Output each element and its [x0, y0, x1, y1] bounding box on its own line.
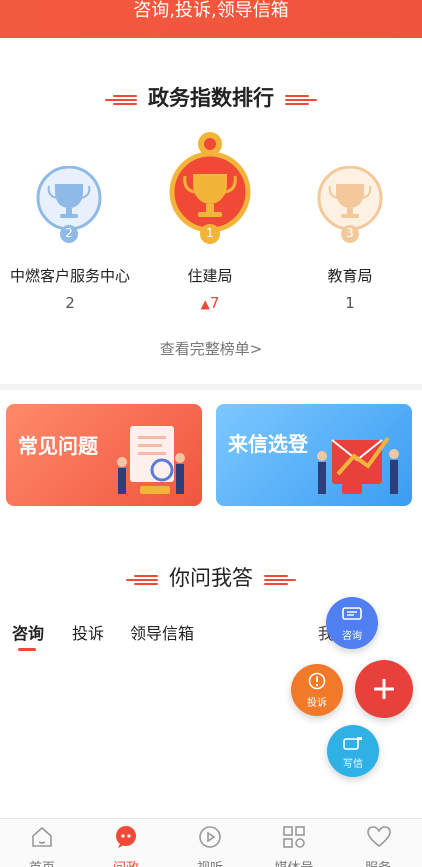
- rank-score-2: 2: [65, 294, 75, 312]
- qa-title-text: 你问我答: [169, 566, 253, 590]
- letters-illustration-icon: [317, 436, 399, 494]
- write-letter-fab[interactable]: 写信: [327, 725, 379, 777]
- view-full-ranking-link[interactable]: 查看完整榜单>: [0, 338, 422, 359]
- faq-illustration-icon: [117, 426, 185, 494]
- letters-card[interactable]: 来信选登: [216, 404, 412, 506]
- chat-icon: [342, 607, 362, 620]
- alert-icon: [308, 672, 326, 690]
- play-icon: [199, 826, 221, 848]
- nav-media-label: 媒体号: [252, 857, 336, 867]
- qa-decoration-left: [125, 573, 158, 585]
- nav-video-label: 视听: [168, 857, 252, 867]
- bottom-nav: 首页 问政 视听 媒体号: [0, 818, 422, 867]
- qa-title: 你问我答: [0, 562, 422, 592]
- tab-consult[interactable]: 咨询: [12, 620, 44, 644]
- home-icon: [32, 826, 52, 847]
- add-fab[interactable]: [355, 660, 413, 718]
- complain-fab-label: 投诉: [307, 698, 327, 709]
- plus-icon: [374, 679, 394, 699]
- faq-card-title: 常见问题: [18, 434, 98, 458]
- rank-name-2[interactable]: 中燃客户服务中心: [0, 265, 140, 286]
- nav-wenzheng[interactable]: 问政: [84, 819, 168, 867]
- banner-text: 咨询,投诉,领导信箱: [133, 0, 289, 21]
- trophy-gold-icon[interactable]: 1: [169, 130, 251, 250]
- active-tab-indicator: [18, 648, 36, 651]
- tab-complain[interactable]: 投诉: [72, 620, 104, 644]
- ranking-title-text: 政务指数排行: [148, 86, 274, 110]
- tab-leader-mailbox[interactable]: 领导信箱: [130, 620, 194, 644]
- rank-name-3[interactable]: 教育局: [280, 265, 420, 286]
- write-letter-fab-label: 写信: [343, 759, 363, 770]
- mailbox-icon: [343, 737, 362, 750]
- consult-fab[interactable]: 咨询: [326, 597, 378, 649]
- rank-score-3: 1: [345, 294, 355, 312]
- nav-service[interactable]: 服务: [336, 819, 420, 867]
- chat-bubble-icon: [116, 826, 136, 848]
- complain-fab[interactable]: 投诉: [291, 664, 343, 716]
- letters-card-title: 来信选登: [228, 432, 308, 456]
- ranking-title: 政务指数排行: [0, 82, 422, 112]
- grid-icon: [283, 826, 305, 848]
- nav-wenzheng-label: 问政: [84, 857, 168, 867]
- faq-card[interactable]: 常见问题: [6, 404, 202, 506]
- nav-home[interactable]: 首页: [0, 819, 84, 867]
- fire-icon: ▲: [200, 297, 210, 311]
- top-banner[interactable]: 咨询,投诉,领导信箱: [0, 0, 422, 38]
- trophy-bronze-icon[interactable]: 3: [316, 165, 384, 248]
- title-decoration-right: [285, 93, 318, 105]
- consult-fab-label: 咨询: [342, 631, 362, 642]
- rank-name-1[interactable]: 住建局: [140, 265, 280, 286]
- rank-number-2: 2: [65, 226, 73, 240]
- rank-score-1-value: 7: [209, 294, 220, 312]
- nav-service-label: 服务: [336, 857, 420, 867]
- rank-score-1: ▲7: [140, 294, 280, 312]
- heart-icon: [367, 826, 391, 848]
- section-divider: [0, 384, 422, 390]
- nav-video[interactable]: 视听: [168, 819, 252, 867]
- nav-home-label: 首页: [0, 857, 84, 867]
- page: 咨询,投诉,领导信箱 政务指数排行 2 1 3 中燃客户服务中心 住建局 教育局…: [0, 0, 422, 867]
- title-decoration-left: [104, 93, 137, 105]
- trophy-silver-icon[interactable]: 2: [35, 165, 103, 248]
- qa-decoration-right: [264, 573, 297, 585]
- nav-media[interactable]: 媒体号: [252, 819, 336, 867]
- rank-number-3: 3: [346, 226, 354, 240]
- rank-number-1: 1: [206, 226, 214, 240]
